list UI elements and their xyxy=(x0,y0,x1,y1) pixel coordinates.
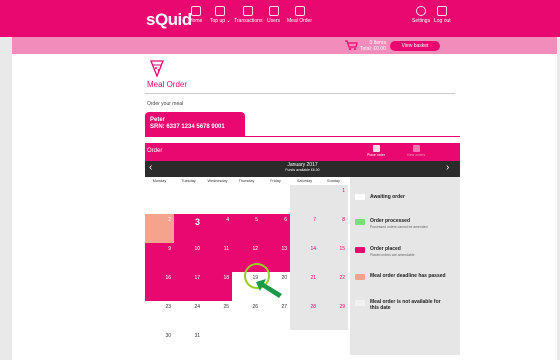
nav-settings-label: Settings xyxy=(412,18,431,24)
day-header: Wednesday xyxy=(207,179,228,183)
day-header: Thursday xyxy=(238,179,255,183)
page-title: Meal Order xyxy=(147,80,188,89)
legend-swatch-unavailable xyxy=(355,300,365,306)
calendar-day: 1 xyxy=(319,185,348,214)
card-divider xyxy=(145,136,460,137)
calendar-day[interactable]: 25 xyxy=(203,301,232,330)
nav-home-label: Home xyxy=(189,18,203,24)
child-srn: SRN: 6337 1234 5678 9001 xyxy=(150,124,225,130)
nav-transactions-label: Transactions xyxy=(234,18,263,24)
calendar-day[interactable]: 27 xyxy=(261,301,290,330)
calendar-day[interactable]: 16 xyxy=(145,272,174,301)
calendar-day[interactable]: 30 xyxy=(145,330,174,359)
day-header: Monday xyxy=(152,179,167,183)
tab-view-orders-label: View orders xyxy=(406,153,426,157)
calendar-day[interactable]: 31 xyxy=(174,330,203,359)
legend-swatch-processed xyxy=(355,219,365,225)
nav-users[interactable]: Users xyxy=(267,6,280,24)
legend-title: Order processed xyxy=(370,218,411,224)
calendar-day[interactable]: 26 xyxy=(232,301,261,330)
calendar-day[interactable]: 23 xyxy=(145,301,174,330)
calendar-day: 29 xyxy=(319,301,348,330)
legend-title: Order placed xyxy=(370,246,401,252)
calendar-day[interactable]: 18 xyxy=(203,272,232,301)
calendar-day: 2 xyxy=(145,214,174,243)
tab-place-order[interactable]: Place order xyxy=(364,145,388,157)
calendar-day: 8 xyxy=(319,214,348,243)
nav-logout[interactable]: Log out xyxy=(434,6,451,24)
basket-total: Total: £0.00 xyxy=(360,46,386,52)
transactions-icon xyxy=(243,6,254,16)
tab-view-orders[interactable]: View orders xyxy=(404,145,428,157)
calendar-day[interactable]: 6 xyxy=(261,214,290,243)
calendar-day[interactable]: 9 xyxy=(145,243,174,272)
meal-order-icon xyxy=(150,60,164,78)
calendar-day xyxy=(290,185,319,214)
squid-logo[interactable]: sQuid xyxy=(146,10,192,30)
calendar-day: 15 xyxy=(319,243,348,272)
calendar-legend xyxy=(350,177,460,355)
day-header: Tuesday xyxy=(181,179,196,183)
calendar-day: 28 xyxy=(290,301,319,330)
nav-settings[interactable]: Settings xyxy=(412,6,430,24)
calendar-day[interactable]: 4 xyxy=(203,214,232,243)
legend-swatch-deadline xyxy=(355,274,365,280)
nav-top-up[interactable]: Top up ⌄ xyxy=(210,6,231,24)
users-icon xyxy=(268,6,279,16)
child-card[interactable]: Peter SRN: 6337 1234 5678 9001 xyxy=(145,112,245,136)
legend-subtitle: Processed orders cannot be amended xyxy=(370,225,428,229)
calendar-day[interactable]: 17 xyxy=(174,272,203,301)
gear-icon xyxy=(416,6,427,16)
list-icon xyxy=(412,145,420,152)
tab-place-order-label: Place order xyxy=(367,153,385,157)
day-header: Sunday xyxy=(327,179,340,183)
page-subtitle: Order your meal xyxy=(147,101,184,107)
nav-logout-label: Log out xyxy=(434,18,451,24)
view-basket-button[interactable]: View basket xyxy=(390,41,440,51)
meal-order-icon xyxy=(294,6,305,16)
day-header: Saturday xyxy=(296,179,313,183)
basket-summary: 0 Items Total: £0.00 xyxy=(360,40,386,52)
calendar-day[interactable]: 10 xyxy=(174,243,203,272)
child-name: Peter xyxy=(150,117,166,123)
calendar-day: 22 xyxy=(319,272,348,301)
calendar-day: 21 xyxy=(290,272,319,301)
calendar-day[interactable]: 3 xyxy=(174,214,203,243)
basket-bar xyxy=(12,37,557,54)
funds-available: Funds available £6.00 xyxy=(285,168,320,172)
calendar-day: 7 xyxy=(290,214,319,243)
nav-top-up-label: Top up ⌄ xyxy=(210,18,231,24)
home-icon xyxy=(190,6,201,16)
calendar-icon xyxy=(372,145,380,152)
nav-meal-order[interactable]: Meal Order xyxy=(287,6,312,24)
nav-home[interactable]: Home xyxy=(189,6,202,24)
legend-title: Awaiting order xyxy=(370,194,405,200)
legend-title: Meal order deadline has passed xyxy=(370,273,446,279)
calendar-day[interactable]: 11 xyxy=(203,243,232,272)
nav-transactions[interactable]: Transactions xyxy=(234,6,262,24)
calendar-day: 14 xyxy=(290,243,319,272)
day-header: Friday xyxy=(270,179,281,183)
title-divider xyxy=(145,93,455,94)
nav-users-label: Users xyxy=(267,18,281,24)
legend-subtitle: Placed orders are amendable xyxy=(370,253,415,257)
nav-meal-order-label: Meal Order xyxy=(287,18,313,24)
basket-icon[interactable] xyxy=(344,40,358,50)
legend-swatch-awaiting xyxy=(355,194,365,200)
legend-swatch-placed xyxy=(355,247,365,253)
top-up-icon xyxy=(215,6,226,16)
calendar-day[interactable]: 24 xyxy=(174,301,203,330)
order-title: Order xyxy=(147,148,163,154)
logout-icon xyxy=(437,6,448,16)
calendar-day[interactable]: 5 xyxy=(232,214,261,243)
pointer-arrow-icon xyxy=(256,279,282,298)
legend-title: Meal order is not available for this dat… xyxy=(370,299,441,311)
